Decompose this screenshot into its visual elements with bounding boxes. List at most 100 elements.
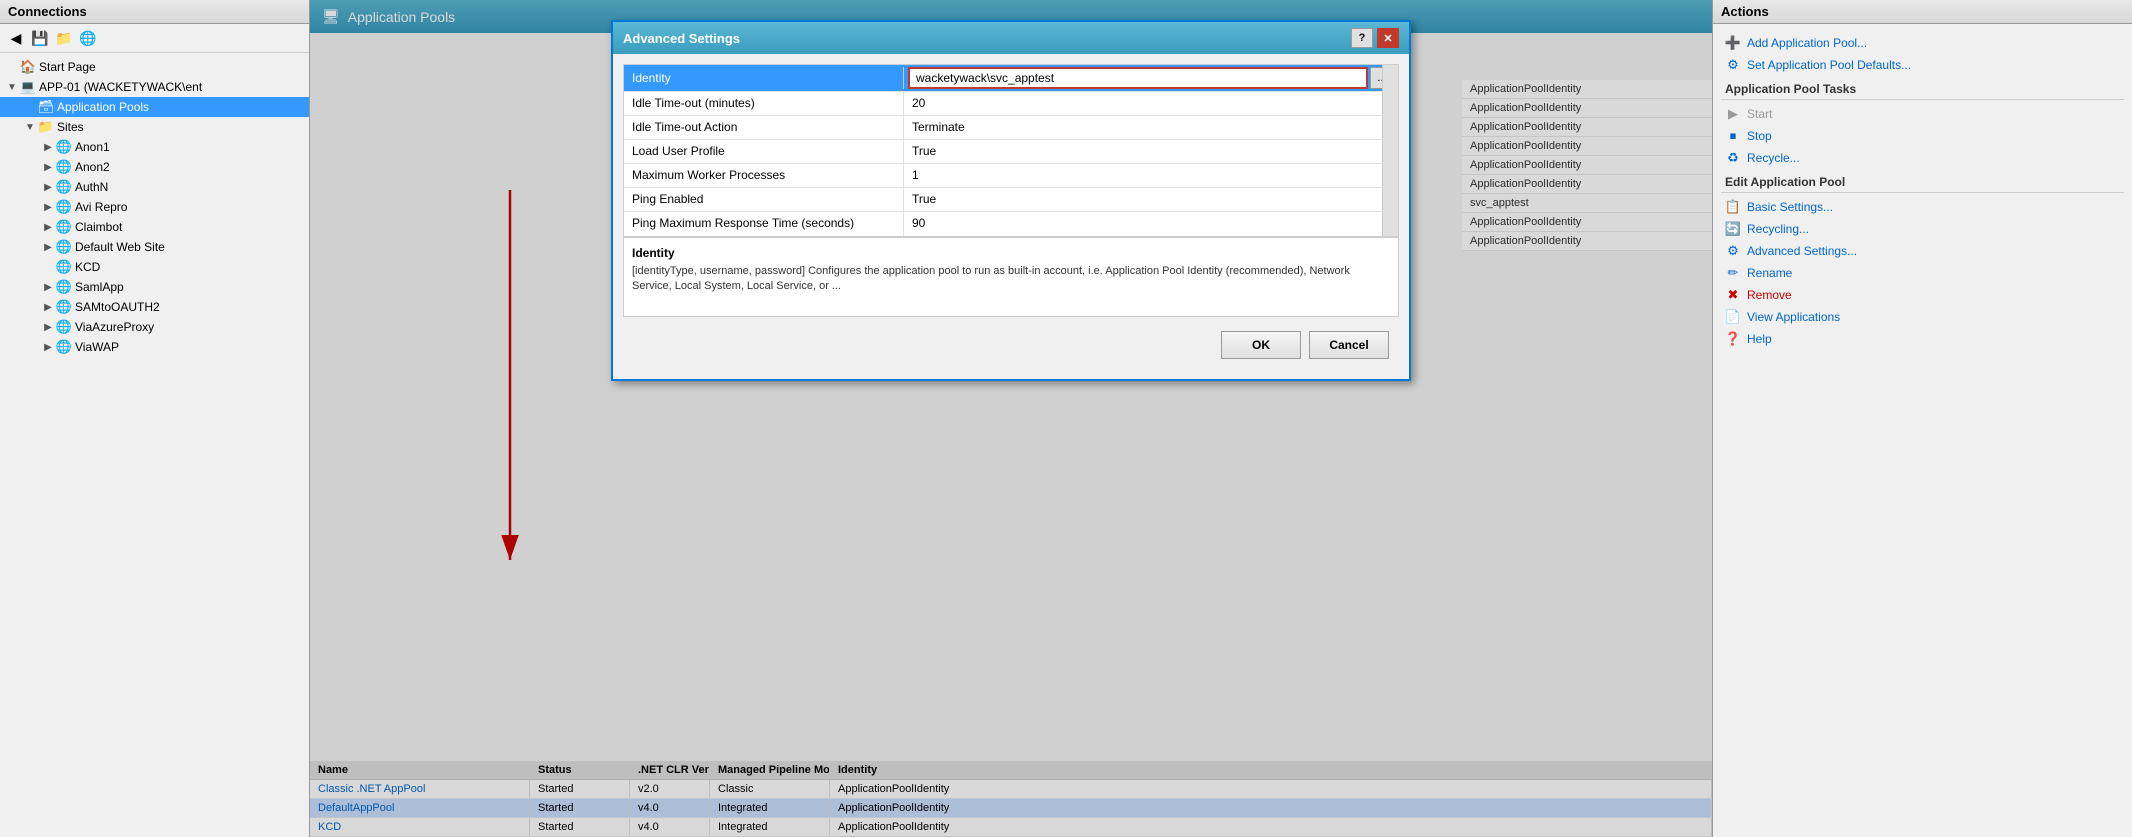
settings-row-1[interactable]: Idle Time-out (minutes)20 bbox=[624, 92, 1398, 116]
tree-item-samlapp[interactable]: ▶🌐SamlApp bbox=[0, 277, 309, 297]
settings-row-4[interactable]: Maximum Worker Processes1 bbox=[624, 164, 1398, 188]
action-item-3-1[interactable]: ❓Help bbox=[1721, 328, 2124, 350]
action-icon-0-1: ⚙ bbox=[1725, 57, 1741, 73]
action-item-0-0[interactable]: ➕Add Application Pool... bbox=[1721, 32, 2124, 54]
advanced-settings-dialog: Advanced Settings ? ✕ Identity...Idle Ti… bbox=[611, 20, 1411, 381]
cancel-button[interactable]: Cancel bbox=[1309, 331, 1389, 359]
settings-row-6[interactable]: Ping Maximum Response Time (seconds)90 bbox=[624, 212, 1398, 236]
tree-item-sites[interactable]: ▼📁Sites bbox=[0, 117, 309, 137]
tree-label-via-azure-proxy: ViaAzureProxy bbox=[75, 320, 154, 334]
scrollbar[interactable] bbox=[1382, 65, 1398, 236]
tree-label-anon2: Anon2 bbox=[75, 160, 110, 174]
tree-item-via-wap[interactable]: ▶🌐ViaWAP bbox=[0, 337, 309, 357]
dialog-body: Identity...Idle Time-out (minutes)20Idle… bbox=[613, 54, 1409, 379]
action-item-3-0[interactable]: 📄View Applications bbox=[1721, 306, 2124, 328]
action-label-2-4: Remove bbox=[1747, 288, 1792, 302]
action-item-2-2[interactable]: ⚙Advanced Settings... bbox=[1721, 240, 2124, 262]
actions-header: Actions bbox=[1713, 0, 2132, 24]
tree-icon-via-wap: 🌐 bbox=[56, 339, 72, 355]
action-icon-2-0: 📋 bbox=[1725, 199, 1741, 215]
action-label-2-0: Basic Settings... bbox=[1747, 200, 1833, 214]
tree-item-default-web-site[interactable]: ▶🌐Default Web Site bbox=[0, 237, 309, 257]
tree-item-claimbot[interactable]: ▶🌐Claimbot bbox=[0, 217, 309, 237]
back-button[interactable]: ◀ bbox=[5, 27, 27, 49]
action-section-title-1: Application Pool Tasks bbox=[1721, 76, 2124, 100]
tree-label-kcd: KCD bbox=[75, 260, 100, 274]
action-item-2-1[interactable]: 🔄Recycling... bbox=[1721, 218, 2124, 240]
setting-label-5: Ping Enabled bbox=[624, 188, 904, 211]
expand-icon-authn[interactable]: ▶ bbox=[40, 179, 56, 195]
network-button[interactable]: 🌐 bbox=[77, 27, 99, 49]
settings-row-2[interactable]: Idle Time-out ActionTerminate bbox=[624, 116, 1398, 140]
left-panel: Connections ◀ 💾 📁 🌐 🏠Start Page▼💻APP-01 … bbox=[0, 0, 310, 837]
expand-icon-claimbot[interactable]: ▶ bbox=[40, 219, 56, 235]
action-item-1-0: ▶Start bbox=[1721, 103, 2124, 125]
action-item-2-0[interactable]: 📋 Basic Settings... bbox=[1721, 196, 2124, 218]
identity-label: Identity bbox=[624, 67, 904, 89]
expand-icon-via-wap[interactable]: ▶ bbox=[40, 339, 56, 355]
action-label-1-2: Recycle... bbox=[1747, 151, 1800, 165]
tree-item-authn[interactable]: ▶🌐AuthN bbox=[0, 177, 309, 197]
tree-label-avi-repro: Avi Repro bbox=[75, 200, 127, 214]
expand-icon-sites[interactable]: ▼ bbox=[22, 119, 38, 135]
tree-label-via-wap: ViaWAP bbox=[75, 340, 119, 354]
expand-icon-default-web-site[interactable]: ▶ bbox=[40, 239, 56, 255]
expand-icon-avi-repro[interactable]: ▶ bbox=[40, 199, 56, 215]
tree-label-sam-to-oauth2: SAMtoOAUTH2 bbox=[75, 300, 160, 314]
tree-item-via-azure-proxy[interactable]: ▶🌐ViaAzureProxy bbox=[0, 317, 309, 337]
close-dialog-button[interactable]: ✕ bbox=[1377, 28, 1399, 48]
action-label-2-1: Recycling... bbox=[1747, 222, 1809, 236]
settings-row-5[interactable]: Ping EnabledTrue bbox=[624, 188, 1398, 212]
settings-scroll[interactable]: Identity...Idle Time-out (minutes)20Idle… bbox=[623, 64, 1399, 237]
action-item-1-2[interactable]: ♻Recycle... bbox=[1721, 147, 2124, 169]
save-button[interactable]: 💾 bbox=[29, 27, 51, 49]
expand-icon-anon1[interactable]: ▶ bbox=[40, 139, 56, 155]
tree-label-anon1: Anon1 bbox=[75, 140, 110, 154]
tree-item-sam-to-oauth2[interactable]: ▶🌐SAMtoOAUTH2 bbox=[0, 297, 309, 317]
tree-item-app01[interactable]: ▼💻APP-01 (WACKETYWACK\ent bbox=[0, 77, 309, 97]
tree-item-start-page[interactable]: 🏠Start Page bbox=[0, 57, 309, 77]
tree-icon-via-azure-proxy: 🌐 bbox=[56, 319, 72, 335]
setting-value-2: Terminate bbox=[904, 116, 1398, 139]
action-label-3-0: View Applications bbox=[1747, 310, 1840, 324]
action-label-0-1: Set Application Pool Defaults... bbox=[1747, 58, 1911, 72]
tree-icon-app01: 💻 bbox=[20, 79, 36, 95]
tree-label-authn: AuthN bbox=[75, 180, 108, 194]
tree-label-start-page: Start Page bbox=[39, 60, 96, 74]
folder-button[interactable]: 📁 bbox=[53, 27, 75, 49]
action-item-1-1[interactable]: ⏹Stop bbox=[1721, 125, 2124, 147]
action-label-1-1: Stop bbox=[1747, 129, 1772, 143]
identity-value-cell: ... bbox=[904, 65, 1398, 91]
tree-item-kcd[interactable]: 🌐KCD bbox=[0, 257, 309, 277]
setting-value-6: 90 bbox=[904, 212, 1398, 236]
action-item-0-1[interactable]: ⚙ Set Application Pool Defaults... bbox=[1721, 54, 2124, 76]
action-icon-0-0: ➕ bbox=[1725, 35, 1741, 51]
tree-icon-claimbot: 🌐 bbox=[56, 219, 72, 235]
expand-icon-via-azure-proxy[interactable]: ▶ bbox=[40, 319, 56, 335]
action-icon-2-4: ✖ bbox=[1725, 287, 1741, 303]
tree-item-anon2[interactable]: ▶🌐Anon2 bbox=[0, 157, 309, 177]
ok-button[interactable]: OK bbox=[1221, 331, 1301, 359]
tree-label-samlapp: SamlApp bbox=[75, 280, 124, 294]
tree-label-default-web-site: Default Web Site bbox=[75, 240, 165, 254]
setting-value-5: True bbox=[904, 188, 1398, 211]
tree-item-app-pools[interactable]: 🗃Application Pools bbox=[0, 97, 309, 117]
expand-icon-sam-to-oauth2[interactable]: ▶ bbox=[40, 299, 56, 315]
action-icon-3-1: ❓ bbox=[1725, 331, 1741, 347]
identity-input[interactable] bbox=[908, 67, 1368, 89]
expand-icon-samlapp[interactable]: ▶ bbox=[40, 279, 56, 295]
tree-icon-sam-to-oauth2: 🌐 bbox=[56, 299, 72, 315]
tree-item-anon1[interactable]: ▶🌐Anon1 bbox=[0, 137, 309, 157]
tree-item-avi-repro[interactable]: ▶🌐Avi Repro bbox=[0, 197, 309, 217]
action-icon-1-0: ▶ bbox=[1725, 106, 1741, 122]
help-dialog-button[interactable]: ? bbox=[1351, 28, 1373, 48]
tree-container: 🏠Start Page▼💻APP-01 (WACKETYWACK\ent🗃App… bbox=[0, 53, 309, 837]
settings-row-3[interactable]: Load User ProfileTrue bbox=[624, 140, 1398, 164]
tree-label-sites: Sites bbox=[57, 120, 84, 134]
expand-icon-app01[interactable]: ▼ bbox=[4, 79, 20, 95]
action-item-2-4[interactable]: ✖ Remove bbox=[1721, 284, 2124, 306]
connections-header: Connections bbox=[0, 0, 309, 24]
action-item-2-3[interactable]: ✏Rename bbox=[1721, 262, 2124, 284]
expand-icon-anon2[interactable]: ▶ bbox=[40, 159, 56, 175]
tree-icon-default-web-site: 🌐 bbox=[56, 239, 72, 255]
